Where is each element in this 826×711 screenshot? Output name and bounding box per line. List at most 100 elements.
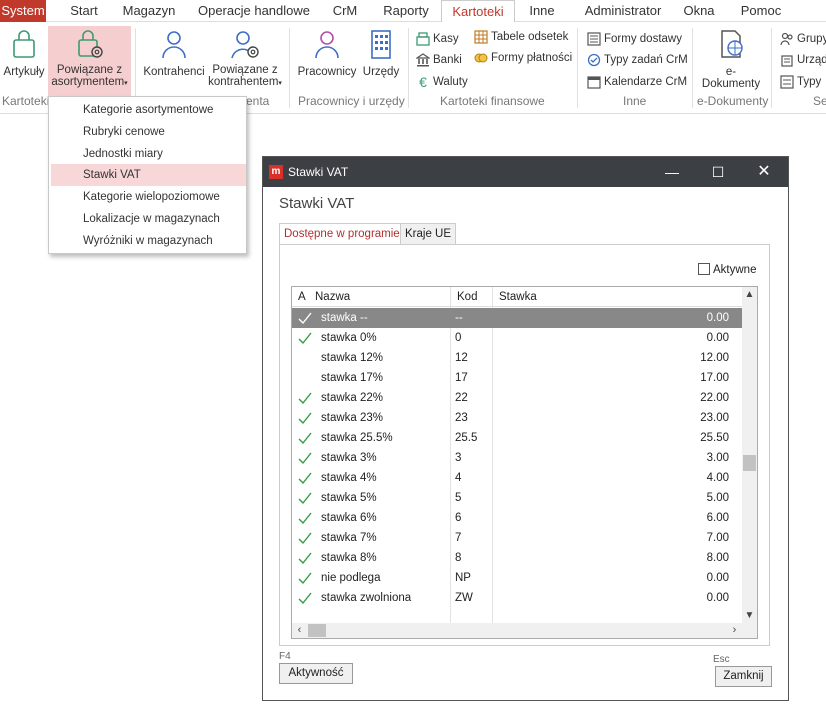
cell-nazwa: stawka 8% — [321, 552, 377, 564]
formy-platnosci-button[interactable]: Formy płatności — [474, 49, 572, 67]
menu-pomoc[interactable]: Pomoc — [735, 0, 787, 22]
table-row[interactable]: stawka 6% 6 6.00 — [292, 508, 742, 528]
cell-kod: 3 — [455, 452, 462, 464]
minimize-icon[interactable]: — — [649, 157, 695, 187]
table-row[interactable]: stawka 4% 4 4.00 — [292, 468, 742, 488]
cell-stawka: 4.00 — [706, 472, 729, 484]
scroll-down-icon[interactable]: ▼ — [742, 608, 757, 623]
kontrahenci-button[interactable]: Kontrahenci — [142, 28, 206, 90]
dialog-heading: Stawki VAT — [279, 195, 355, 212]
menu-crm[interactable]: CrM — [326, 0, 364, 22]
menu-inne[interactable]: Inne — [524, 0, 560, 22]
powiazane-asort-label-2: asortymentem — [51, 76, 125, 88]
employee-icon — [315, 31, 339, 59]
cell-nazwa: stawka 17% — [321, 372, 384, 384]
typy-zadan-crm-button[interactable]: Typy zadań CrM — [587, 51, 688, 69]
menu-kartoteki[interactable]: Kartoteki — [441, 0, 515, 23]
table-row[interactable]: stawka 0% 0 0.00 — [292, 328, 742, 348]
tab-kraje-ue[interactable]: Kraje UE — [400, 223, 457, 244]
kasy-button[interactable]: Kasy — [416, 30, 459, 48]
aktywnosc-button[interactable]: Aktywność — [279, 663, 353, 684]
pracownicy-button[interactable]: Pracownicy — [296, 28, 358, 90]
table-row[interactable]: stawka -- -- 0.00 — [292, 308, 742, 328]
banki-button[interactable]: Banki — [415, 51, 462, 69]
waluty-button[interactable]: € Waluty — [416, 73, 468, 91]
calendar-icon — [587, 75, 601, 89]
table-row[interactable]: stawka 3% 3 3.00 — [292, 448, 742, 468]
aktywne-checkbox[interactable]: Aktywne — [698, 263, 756, 276]
group-icon — [780, 32, 794, 46]
document-globe-icon — [721, 30, 743, 58]
e-dokumenty-button[interactable]: e-Dokumenty — [697, 28, 765, 90]
powiazane-kontr-label-2: kontrahentem — [208, 76, 279, 88]
table-row[interactable]: stawka 22% 22 22.00 — [292, 388, 742, 408]
table-row[interactable]: stawka 25.5% 25.5 25.50 — [292, 428, 742, 448]
e-dokumenty-label: e-Dokumenty — [701, 66, 761, 90]
list-icon — [780, 75, 794, 89]
dialog-titlebar[interactable]: m Stawki VAT — ☐ ✕ — [263, 157, 788, 187]
table-row[interactable]: stawka 17% 17 17.00 — [292, 368, 742, 388]
scrollbar-corner — [742, 623, 757, 638]
menu-start[interactable]: Start — [60, 0, 108, 22]
grupy-button[interactable]: Grupy — [780, 30, 826, 48]
menu-raporty[interactable]: Raporty — [378, 0, 434, 22]
scroll-right-icon[interactable]: › — [727, 623, 742, 638]
column-header-a[interactable]: A — [298, 287, 306, 307]
formy-dostawy-button[interactable]: Formy dostawy — [587, 30, 682, 48]
person-icon — [162, 31, 186, 59]
powiazane-z-kontrahentem-button[interactable]: Powiązane z kontrahentem▾ — [208, 28, 282, 94]
artykuly-button[interactable]: Artykuły — [2, 28, 46, 90]
table-row[interactable]: stawka zwolniona ZW 0.00 — [292, 588, 742, 608]
table-row[interactable]: stawka 8% 8 8.00 — [292, 548, 742, 568]
urzad-button[interactable]: Urząd — [780, 51, 826, 69]
table-row[interactable]: nie podlega NP 0.00 — [292, 568, 742, 588]
task-icon — [587, 53, 601, 67]
cell-nazwa: stawka -- — [321, 312, 368, 324]
table-row[interactable]: stawka 5% 5 5.00 — [292, 488, 742, 508]
horizontal-scrollbar[interactable]: ‹ › — [292, 623, 742, 638]
cell-nazwa: stawka 6% — [321, 512, 377, 524]
column-header-nazwa[interactable]: Nazwa — [315, 287, 350, 307]
dropdown-item[interactable]: Wyróżniki w magazynach — [51, 230, 246, 252]
banki-label: Banki — [433, 54, 462, 66]
zamknij-button[interactable]: Zamknij — [715, 666, 772, 687]
dropdown-item[interactable]: Jednostki miary — [51, 143, 246, 165]
menu-system[interactable]: System — [0, 0, 46, 22]
close-icon[interactable]: ✕ — [741, 157, 787, 187]
dropdown-item[interactable]: Lokalizacje w magazynach — [51, 208, 246, 230]
scroll-thumb[interactable] — [743, 455, 756, 471]
kalendarze-crm-button[interactable]: Kalendarze CrM — [587, 73, 687, 91]
pracownicy-label: Pracownicy — [297, 66, 357, 78]
table-row[interactable]: stawka 23% 23 23.00 — [292, 408, 742, 428]
vertical-scrollbar[interactable]: ▲ ▼ — [742, 287, 757, 623]
ribbon-separator — [289, 28, 290, 108]
person-gear-icon — [231, 31, 259, 59]
cell-kod: 17 — [455, 372, 468, 384]
check-icon — [297, 510, 313, 526]
table-row[interactable]: stawka 12% 12 12.00 — [292, 348, 742, 368]
tabele-odsetek-button[interactable]: Tabele odsetek — [474, 28, 568, 46]
column-header-stawka[interactable]: Stawka — [499, 287, 537, 307]
maximize-icon[interactable]: ☐ — [695, 157, 741, 187]
powiazane-z-asortymentem-button[interactable]: Powiązane z asortymentem▾ — [48, 26, 131, 96]
dropdown-item[interactable]: Rubryki cenowe — [51, 121, 246, 143]
menu-magazyn[interactable]: Magazyn — [118, 0, 180, 22]
dropdown-item-stawki-vat[interactable]: Stawki VAT — [51, 164, 246, 186]
checkbox-box[interactable] — [698, 263, 710, 275]
menu-administrator[interactable]: Administrator — [577, 0, 669, 22]
menu-operacje-handlowe[interactable]: Operacje handlowe — [195, 0, 313, 22]
scroll-thumb[interactable] — [308, 624, 326, 637]
menu-okna[interactable]: Okna — [678, 0, 720, 22]
formy-dostawy-label: Formy dostawy — [604, 33, 682, 45]
dropdown-item[interactable]: Kategorie wielopoziomowe — [51, 186, 246, 208]
urzedy-button[interactable]: Urzędy — [360, 28, 402, 90]
cell-nazwa: stawka 0% — [321, 332, 377, 344]
column-header-kod[interactable]: Kod — [457, 287, 477, 307]
check-icon — [297, 490, 313, 506]
dropdown-item[interactable]: Kategorie asortymentowe — [51, 99, 246, 121]
scroll-left-icon[interactable]: ‹ — [292, 623, 307, 638]
table-row[interactable]: stawka 7% 7 7.00 — [292, 528, 742, 548]
tab-dostepne-w-programie[interactable]: Dostępne w programie — [279, 223, 405, 245]
scroll-up-icon[interactable]: ▲ — [742, 287, 757, 302]
typy-button[interactable]: Typy — [780, 73, 821, 91]
